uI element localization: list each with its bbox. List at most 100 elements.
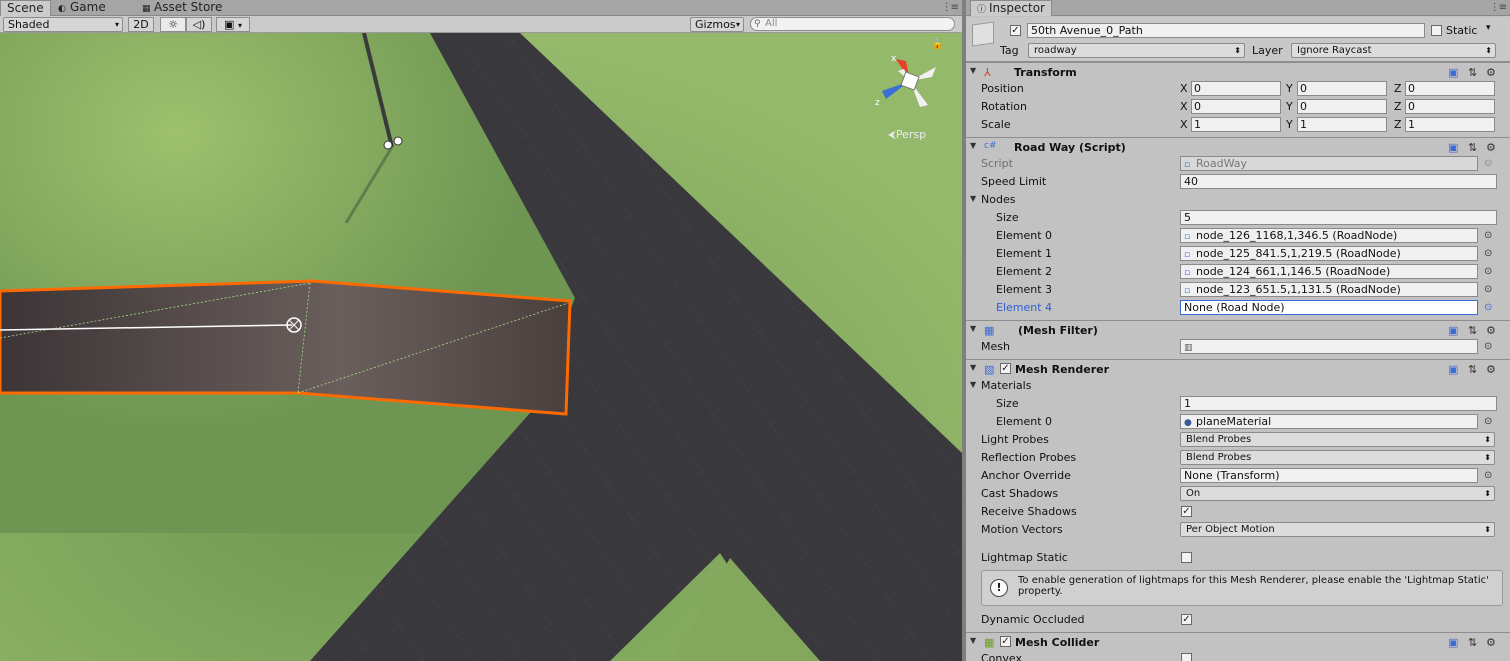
light-handle[interactable]: [383, 140, 393, 150]
tag-dropdown[interactable]: roadway ⬍: [1028, 43, 1245, 58]
rotation-y-input[interactable]: 0: [1297, 99, 1387, 114]
rotation-z-input[interactable]: 0: [1405, 99, 1495, 114]
shading-mode-dropdown[interactable]: Shaded ▾: [3, 17, 123, 32]
object-picker-icon[interactable]: ⊙: [1484, 302, 1492, 313]
transform-header[interactable]: ▼ ⅄ Transform ▣ ⇅ ⚙: [966, 62, 1510, 81]
gear-icon[interactable]: ⚙: [1486, 66, 1496, 79]
gizmos-dropdown[interactable]: Gizmos ▾: [690, 17, 744, 32]
object-picker-icon[interactable]: ⊙: [1484, 284, 1492, 295]
script-row: Script ▫ RoadWay ⊙: [966, 155, 1510, 173]
preset-icon[interactable]: ⇅: [1468, 324, 1477, 337]
gameobject-active-checkbox[interactable]: ✓: [1010, 25, 1021, 36]
receive-shadows-checkbox[interactable]: ✓: [1181, 506, 1192, 517]
object-picker-icon[interactable]: ⊙: [1484, 341, 1492, 352]
gear-icon[interactable]: ⚙: [1486, 636, 1496, 649]
scale-x-input[interactable]: 1: [1191, 117, 1281, 132]
rotation-x-input[interactable]: 0: [1191, 99, 1281, 114]
help-book-icon[interactable]: ▣: [1448, 324, 1458, 337]
gear-icon[interactable]: ⚙: [1486, 324, 1496, 337]
node-element-field[interactable]: None (Road Node): [1180, 300, 1478, 315]
mesh-collider-enabled-checkbox[interactable]: ✓: [1000, 636, 1011, 647]
position-y-input[interactable]: 0: [1297, 81, 1387, 96]
preset-icon[interactable]: ⇅: [1468, 66, 1477, 79]
mesh-collider-header[interactable]: ▼ ▦ ✓ Mesh Collider ▣ ⇅ ⚙: [966, 632, 1510, 651]
scale-y-input[interactable]: 1: [1297, 117, 1387, 132]
help-book-icon[interactable]: ▣: [1448, 363, 1458, 376]
dynamic-occluded-checkbox[interactable]: ✓: [1181, 614, 1192, 625]
materials-row[interactable]: ▼ Materials: [966, 377, 1510, 395]
preset-icon[interactable]: ⇅: [1468, 363, 1477, 376]
rotation-label: Rotation: [981, 100, 1028, 113]
gizmo-lock-icon[interactable]: 🔒: [931, 38, 943, 50]
nodes-size-input[interactable]: 5: [1180, 210, 1497, 225]
object-picker-icon[interactable]: ⊙: [1484, 266, 1492, 277]
lightmap-static-checkbox[interactable]: [1181, 552, 1192, 563]
mesh-field[interactable]: ▥: [1180, 339, 1478, 354]
mesh-filter-header[interactable]: ▼ ▦ (Mesh Filter) ▣ ⇅ ⚙: [966, 320, 1510, 339]
object-picker-icon[interactable]: ⊙: [1484, 230, 1492, 241]
fold-arrow-icon[interactable]: ▼: [970, 636, 976, 645]
tab-game[interactable]: ◐ Game: [52, 0, 112, 16]
anchor-override-field[interactable]: None (Transform): [1180, 468, 1478, 483]
node-element-field[interactable]: ▫ node_124_661,1,146.5 (RoadNode): [1180, 264, 1478, 279]
tab-inspector[interactable]: ⓘ Inspector: [970, 0, 1052, 16]
mesh-renderer-header[interactable]: ▼ ▧ ✓ Mesh Renderer ▣ ⇅ ⚙: [966, 359, 1510, 378]
scene-canvas[interactable]: x z 🔒: [0, 33, 962, 661]
node-element-field[interactable]: ▫ node_123_651.5,1,131.5 (RoadNode): [1180, 282, 1478, 297]
gear-icon[interactable]: ⚙: [1486, 141, 1496, 154]
reflection-probes-dropdown[interactable]: Blend Probes ⬍: [1180, 450, 1495, 465]
fold-arrow-icon[interactable]: ▼: [970, 66, 976, 75]
nodes-row[interactable]: ▼ Nodes: [966, 191, 1510, 209]
audio-toggle-button[interactable]: ◁): [186, 17, 212, 32]
component-tools: ▣ ⇅ ⚙: [1448, 141, 1502, 154]
lighting-toggle-button[interactable]: ☼: [160, 17, 186, 32]
panel-menu-icon[interactable]: ⋮≡: [942, 2, 959, 13]
speed-limit-input[interactable]: 40: [1180, 174, 1497, 189]
layer-dropdown[interactable]: Ignore Raycast ⬍: [1291, 43, 1496, 58]
light-handle[interactable]: [393, 136, 403, 146]
position-z-input[interactable]: 0: [1405, 81, 1495, 96]
preset-icon[interactable]: ⇅: [1468, 141, 1477, 154]
scene-search-input[interactable]: ⚲ All: [750, 17, 955, 31]
object-picker-icon[interactable]: ⊙: [1484, 416, 1492, 427]
node-element-field[interactable]: ▫ node_125_841.5,1,219.5 (RoadNode): [1180, 246, 1478, 261]
position-x-input[interactable]: 0: [1191, 81, 1281, 96]
2d-toggle-button[interactable]: 2D: [128, 17, 154, 32]
help-book-icon[interactable]: ▣: [1448, 636, 1458, 649]
mesh-renderer-enabled-checkbox[interactable]: ✓: [1000, 363, 1011, 374]
tab-scene[interactable]: Scene: [0, 0, 51, 16]
help-book-icon[interactable]: ▣: [1448, 141, 1458, 154]
fold-arrow-icon[interactable]: ▼: [970, 324, 976, 333]
fold-arrow-icon[interactable]: ▼: [970, 380, 976, 389]
fold-arrow-icon[interactable]: ▼: [970, 363, 976, 372]
light-probes-dropdown[interactable]: Blend Probes ⬍: [1180, 432, 1495, 447]
materials-size-input[interactable]: 1: [1180, 396, 1497, 411]
static-checkbox[interactable]: [1431, 25, 1442, 36]
light-probes-value: Blend Probes: [1186, 434, 1252, 445]
effects-dropdown[interactable]: ▣ ▾: [216, 17, 250, 32]
gameobject-name-input[interactable]: 50th Avenue_0_Path: [1027, 23, 1425, 38]
help-book-icon[interactable]: ▣: [1448, 66, 1458, 79]
object-picker-icon[interactable]: ⊙: [1484, 470, 1492, 481]
roadway-header[interactable]: ▼ c# Road Way (Script) ▣ ⇅ ⚙: [966, 137, 1510, 156]
node-element-field[interactable]: ▫ node_126_1168,1,346.5 (RoadNode): [1180, 228, 1478, 243]
selected-road-mesh[interactable]: [0, 279, 572, 416]
convex-checkbox[interactable]: [1181, 653, 1192, 661]
tab-asset-store[interactable]: ▦ Asset Store: [136, 0, 228, 16]
node-element-row: Element 3 ▫ node_123_651.5,1,131.5 (RoadN…: [966, 281, 1510, 299]
scene-viewport[interactable]: x z 🔒 ⮜Persp: [0, 33, 962, 661]
scale-z-input[interactable]: 1: [1405, 117, 1495, 132]
cast-shadows-dropdown[interactable]: On ⬍: [1180, 486, 1495, 501]
projection-label[interactable]: ⮜Persp: [888, 128, 926, 142]
panel-menu-icon[interactable]: ⋮≡: [1490, 2, 1507, 13]
gear-icon[interactable]: ⚙: [1486, 363, 1496, 376]
fold-arrow-icon[interactable]: ▼: [970, 141, 976, 150]
fold-arrow-icon[interactable]: ▼: [970, 194, 976, 203]
object-picker-icon[interactable]: ⊙: [1484, 248, 1492, 259]
layer-label: Layer: [1252, 44, 1283, 57]
preset-icon[interactable]: ⇅: [1468, 636, 1477, 649]
search-icon: ⚲: [754, 19, 761, 29]
material-element-field[interactable]: ● planeMaterial: [1180, 414, 1478, 429]
motion-vectors-dropdown[interactable]: Per Object Motion ⬍: [1180, 522, 1495, 537]
static-dropdown-arrow-icon[interactable]: ▾: [1486, 23, 1491, 33]
